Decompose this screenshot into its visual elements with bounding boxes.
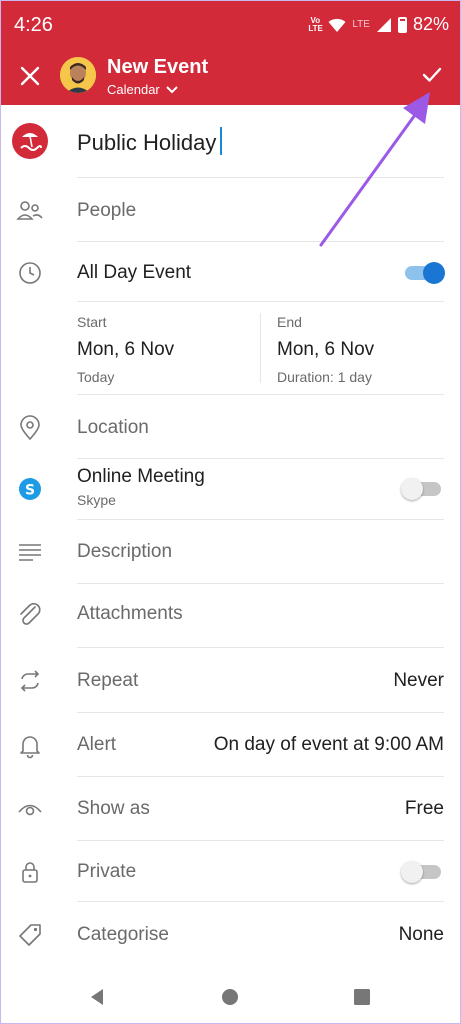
annotation-arrow bbox=[319, 92, 430, 247]
